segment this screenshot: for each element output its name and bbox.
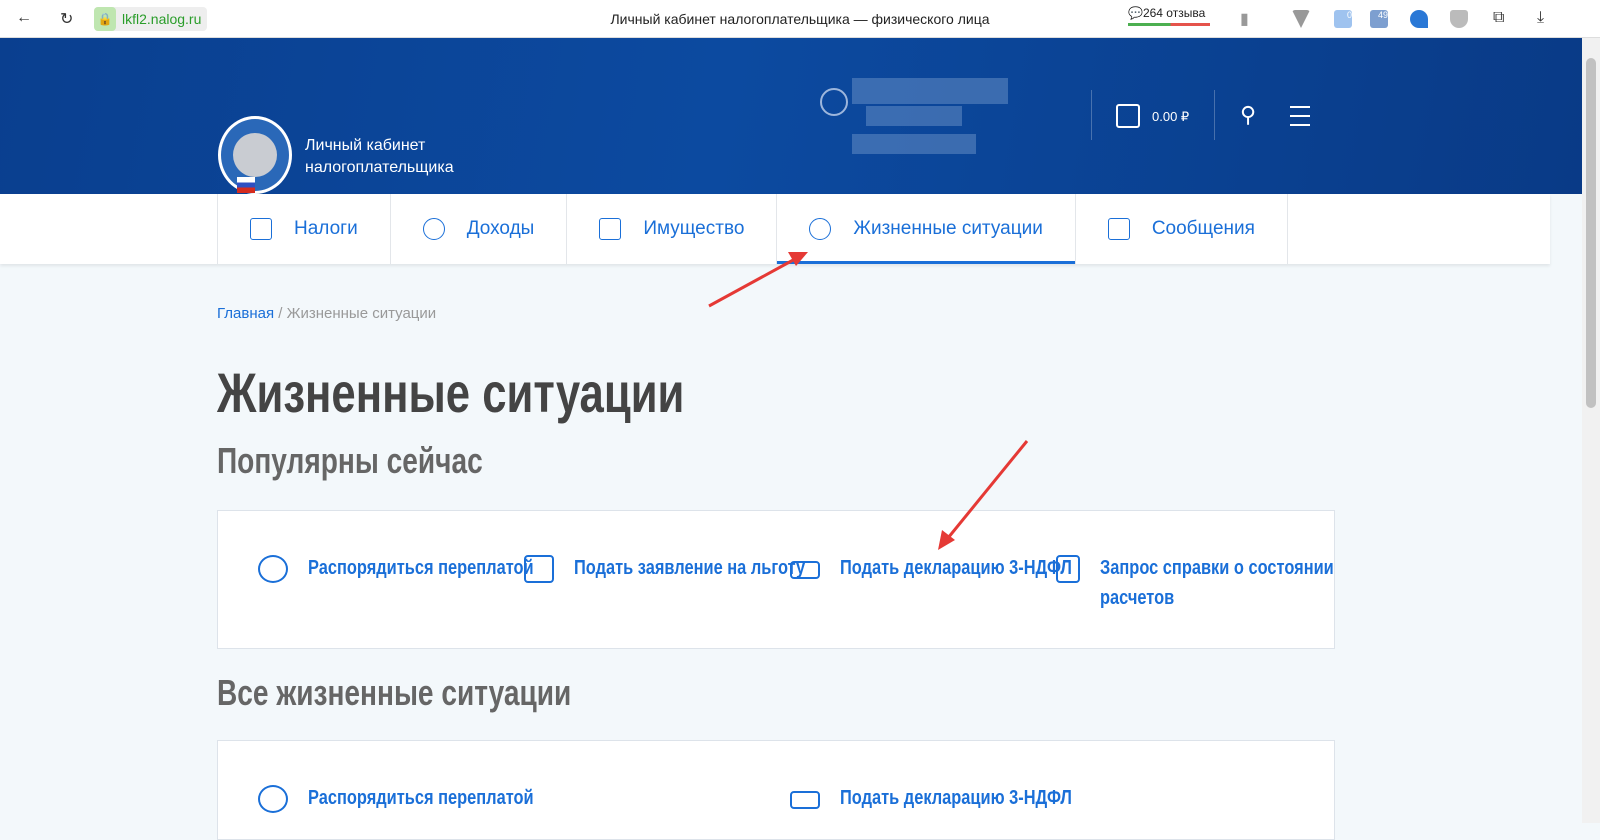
bookmark-icon[interactable]: ▮ <box>1240 9 1249 29</box>
collections-icon[interactable]: ⧉ <box>1493 9 1504 27</box>
breadcrumb: Главная / Жизненные ситуации <box>217 305 437 322</box>
calendar-extension-icon[interactable]: 49 <box>1370 10 1388 28</box>
envelope-icon <box>1107 218 1130 240</box>
reload-icon[interactable]: ↻ <box>60 9 73 29</box>
brand-title[interactable]: Личный кабинет налогоплательщика <box>305 135 454 179</box>
situation-3ndfl-declaration[interactable]: Подать декларацию 3-НДФЛ <box>790 783 1240 813</box>
comment-icon: 💬 <box>1128 6 1143 20</box>
user-icon[interactable] <box>820 88 848 116</box>
house-icon <box>599 218 622 240</box>
nav-income[interactable]: Доходы <box>389 194 567 264</box>
situation-overpayment[interactable]: Распорядиться переплатой <box>258 553 548 583</box>
wallet-icon[interactable] <box>1116 104 1140 128</box>
extension-badge-icon[interactable]: 0 <box>1334 10 1352 28</box>
person-question-icon <box>809 218 832 240</box>
nav-messages[interactable]: Сообщения <box>1074 194 1288 264</box>
coins-icon <box>422 218 445 240</box>
lock-icon: 🔒 <box>94 7 116 31</box>
reviews-badge[interactable]: 💬264 отзыва <box>1128 6 1210 26</box>
page-tab-title: Личный кабинет налогоплательщика — физич… <box>610 11 990 27</box>
nav-property[interactable]: Имущество <box>566 194 776 264</box>
ruble-coins-icon <box>258 785 288 813</box>
download-icon[interactable]: ⤓ <box>1537 9 1544 27</box>
browser-toolbar: ← ↻ 🔒 lkfl2.nalog.ru Личный кабинет нало… <box>0 0 1600 38</box>
menu-icon[interactable] <box>1290 106 1310 133</box>
back-icon[interactable]: ← <box>16 9 32 27</box>
popular-heading: Популярны сейчас <box>217 440 483 481</box>
shield-extension-icon[interactable] <box>1450 10 1468 28</box>
scrollbar-thumb[interactable] <box>1586 58 1596 408</box>
all-situations-card: Распорядиться переплатой Подать декларац… <box>217 740 1335 840</box>
nav-life-situations[interactable]: Жизненные ситуации <box>776 194 1076 264</box>
situation-overpayment[interactable]: Распорядиться переплатой <box>258 783 708 813</box>
situation-settlement-certificate[interactable]: Запрос справки о состоянии расчетов <box>1056 553 1340 613</box>
situation-benefit-application[interactable]: Подать заявление на льготу <box>524 553 814 583</box>
cloud-extension-icon[interactable] <box>1410 10 1428 28</box>
calculator-icon <box>250 218 272 240</box>
address-bar[interactable]: 🔒 lkfl2.nalog.ru <box>94 7 208 31</box>
nav-taxes[interactable]: Налоги <box>217 194 390 264</box>
site-header: Личный кабинет налогоплательщика 0.00 ₽ ⚲ <box>0 38 1600 194</box>
extension-icon[interactable] <box>1292 10 1310 28</box>
documents-stack-icon <box>790 561 820 579</box>
breadcrumb-home[interactable]: Главная <box>217 305 274 322</box>
fns-logo[interactable] <box>218 116 292 194</box>
balance[interactable]: 0.00 ₽ <box>1152 109 1189 125</box>
documents-stack-icon <box>790 791 820 809</box>
popular-card: Распорядиться переплатой Подать заявлени… <box>217 510 1335 649</box>
document-list-icon <box>1056 555 1080 583</box>
page-title: Жизненные ситуации <box>217 361 685 424</box>
search-icon[interactable]: ⚲ <box>1240 102 1256 128</box>
all-situations-heading: Все жизненные ситуации <box>217 672 572 713</box>
main-nav: Налоги Доходы Имущество Жизненные ситуац… <box>0 194 1550 264</box>
certificate-icon <box>524 555 554 583</box>
rating-bar <box>1128 23 1210 26</box>
ruble-coins-icon <box>258 555 288 583</box>
situation-3ndfl-declaration[interactable]: Подать декларацию 3-НДФЛ <box>790 553 1080 583</box>
scrollbar[interactable] <box>1582 38 1600 823</box>
